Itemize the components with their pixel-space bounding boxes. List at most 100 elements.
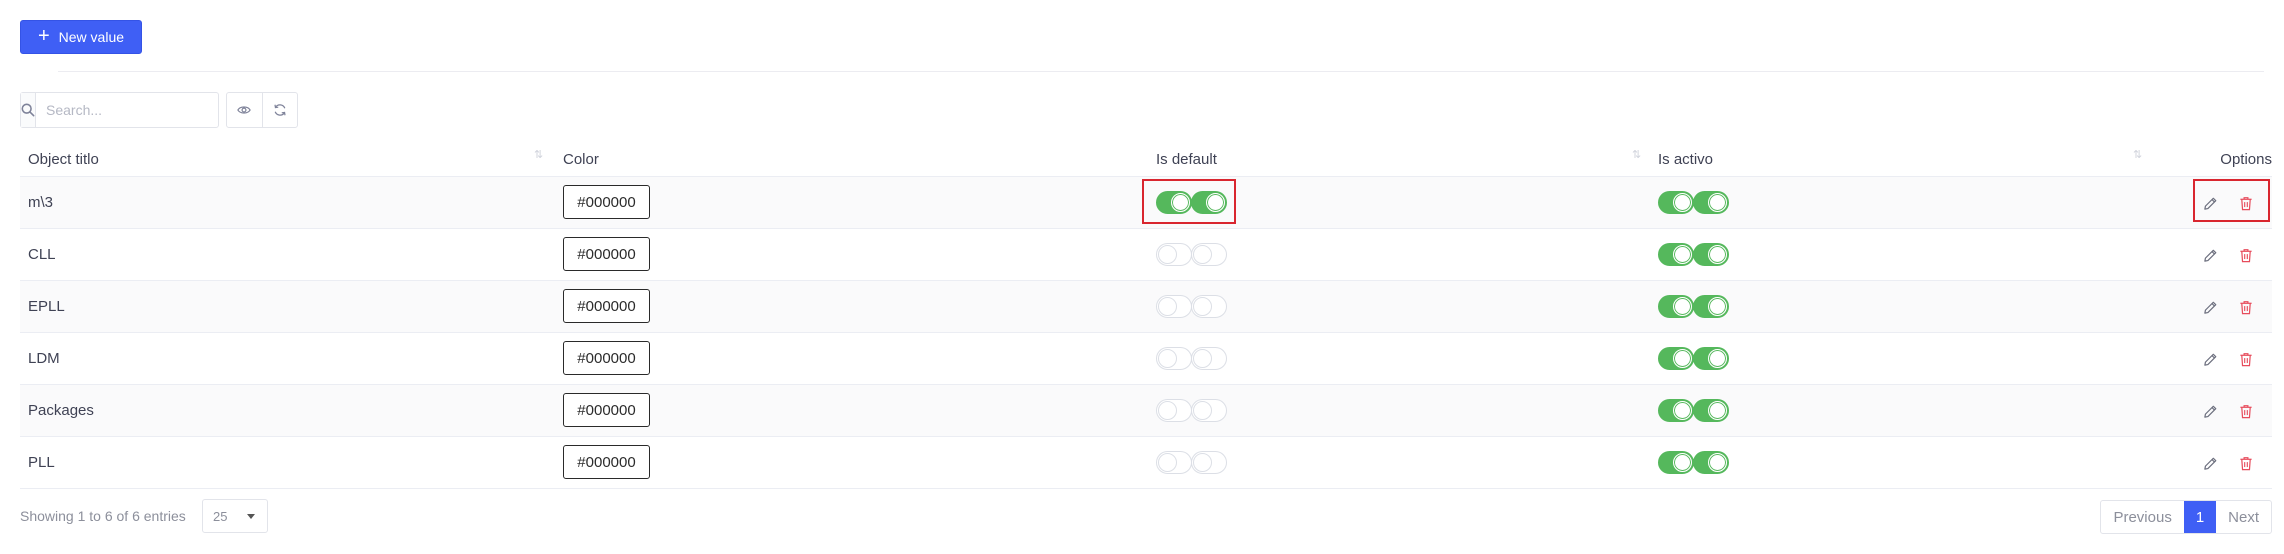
- caret-down-icon: [247, 514, 255, 519]
- eye-icon[interactable]: [227, 93, 262, 127]
- previous-page-button[interactable]: Previous: [2101, 501, 2183, 533]
- search-box: [20, 92, 227, 128]
- is-active-toggle[interactable]: [1658, 399, 1694, 422]
- header-is-default[interactable]: Is default: [1156, 151, 1217, 168]
- entries-info: Showing 1 to 6 of 6 entries: [20, 508, 186, 524]
- is-active-toggle-group: [1658, 191, 1729, 214]
- is-default-toggle-group: [1156, 399, 1227, 422]
- color-value[interactable]: #000000: [563, 289, 650, 323]
- table-row: CLL #000000: [20, 229, 2272, 281]
- row-options: [2200, 453, 2256, 473]
- is-default-toggle[interactable]: [1191, 191, 1227, 214]
- table-row: EPLL #000000: [20, 281, 2272, 333]
- pagination: Previous 1 Next: [2100, 500, 2272, 534]
- header-options: Options: [2220, 151, 2272, 168]
- is-active-toggle[interactable]: [1658, 243, 1694, 266]
- is-default-toggle[interactable]: [1191, 347, 1227, 370]
- is-default-toggle-group: [1156, 451, 1227, 474]
- is-default-toggle[interactable]: [1191, 295, 1227, 318]
- is-default-toggle[interactable]: [1156, 451, 1192, 474]
- object-title: PLL: [28, 454, 55, 471]
- page-size-select[interactable]: 25: [202, 499, 268, 533]
- sort-icon[interactable]: ⇅: [2133, 148, 2142, 161]
- is-active-toggle[interactable]: [1693, 451, 1729, 474]
- next-page-button[interactable]: Next: [2216, 501, 2271, 533]
- is-active-toggle[interactable]: [1693, 399, 1729, 422]
- object-title: LDM: [28, 350, 60, 367]
- is-default-toggle-group: [1156, 295, 1227, 318]
- refresh-icon[interactable]: [261, 93, 298, 127]
- sort-icon[interactable]: ⇅: [534, 148, 543, 161]
- is-active-toggle[interactable]: [1658, 191, 1694, 214]
- trash-icon[interactable]: [2236, 245, 2256, 265]
- pencil-icon[interactable]: [2200, 297, 2220, 317]
- new-value-label: New value: [58, 29, 125, 45]
- is-active-toggle-group: [1658, 295, 1729, 318]
- is-active-toggle[interactable]: [1658, 295, 1694, 318]
- is-default-toggle[interactable]: [1156, 399, 1192, 422]
- object-title: m\3: [28, 194, 54, 211]
- header-color[interactable]: Color: [563, 151, 599, 168]
- is-default-toggle-group: [1156, 243, 1227, 266]
- pencil-icon[interactable]: [2200, 453, 2220, 473]
- search-icon[interactable]: [21, 93, 36, 127]
- color-value[interactable]: #000000: [563, 393, 650, 427]
- header-is-active[interactable]: Is activo: [1658, 151, 1713, 168]
- object-title: CLL: [28, 246, 56, 263]
- is-default-toggle[interactable]: [1156, 243, 1192, 266]
- pencil-icon[interactable]: [2200, 245, 2220, 265]
- is-default-toggle-group: [1156, 191, 1227, 214]
- table-tools: [226, 92, 298, 128]
- divider: [58, 71, 2264, 72]
- color-value[interactable]: #000000: [563, 341, 650, 375]
- is-active-toggle-group: [1658, 399, 1729, 422]
- trash-icon[interactable]: [2236, 453, 2256, 473]
- is-active-toggle-group: [1658, 347, 1729, 370]
- table-row: m\3 #000000: [20, 177, 2272, 229]
- object-title: Packages: [28, 402, 94, 419]
- new-value-button[interactable]: + New value: [20, 20, 142, 54]
- is-active-toggle-group: [1658, 451, 1729, 474]
- page-size-value: 25: [213, 508, 228, 524]
- search-input[interactable]: [36, 93, 227, 127]
- header-object-title[interactable]: Object titlo: [28, 151, 99, 168]
- row-options: [2200, 401, 2256, 421]
- is-default-toggle[interactable]: [1156, 191, 1192, 214]
- table-row: PLL #000000: [20, 437, 2272, 489]
- is-default-toggle[interactable]: [1191, 451, 1227, 474]
- row-options: [2200, 349, 2256, 369]
- row-options: [2200, 193, 2256, 213]
- object-title: EPLL: [28, 298, 65, 315]
- is-active-toggle[interactable]: [1693, 243, 1729, 266]
- pencil-icon[interactable]: [2200, 193, 2220, 213]
- is-active-toggle[interactable]: [1693, 191, 1729, 214]
- color-value[interactable]: #000000: [563, 185, 650, 219]
- color-value[interactable]: #000000: [563, 445, 650, 479]
- row-options: [2200, 297, 2256, 317]
- pencil-icon[interactable]: [2200, 349, 2220, 369]
- plus-icon: +: [37, 25, 50, 47]
- trash-icon[interactable]: [2236, 193, 2256, 213]
- is-active-toggle[interactable]: [1693, 347, 1729, 370]
- is-active-toggle-group: [1658, 243, 1729, 266]
- pencil-icon[interactable]: [2200, 401, 2220, 421]
- table-body: m\3 #000000 CLL #000000 EPLL #000000 LDM…: [20, 177, 2272, 489]
- is-default-toggle-group: [1156, 347, 1227, 370]
- trash-icon[interactable]: [2236, 401, 2256, 421]
- table-row: LDM #000000: [20, 333, 2272, 385]
- is-default-toggle[interactable]: [1156, 347, 1192, 370]
- trash-icon[interactable]: [2236, 349, 2256, 369]
- trash-icon[interactable]: [2236, 297, 2256, 317]
- is-default-toggle[interactable]: [1156, 295, 1192, 318]
- sort-icon[interactable]: ⇅: [1632, 148, 1641, 161]
- is-default-toggle[interactable]: [1191, 399, 1227, 422]
- is-active-toggle[interactable]: [1658, 451, 1694, 474]
- row-options: [2200, 245, 2256, 265]
- page-1-button[interactable]: 1: [2183, 501, 2217, 533]
- is-default-toggle[interactable]: [1191, 243, 1227, 266]
- table-header: Object titlo ⇅ Color Is default ⇅ Is act…: [20, 144, 2272, 177]
- is-active-toggle[interactable]: [1693, 295, 1729, 318]
- table-row: Packages #000000: [20, 385, 2272, 437]
- is-active-toggle[interactable]: [1658, 347, 1694, 370]
- color-value[interactable]: #000000: [563, 237, 650, 271]
